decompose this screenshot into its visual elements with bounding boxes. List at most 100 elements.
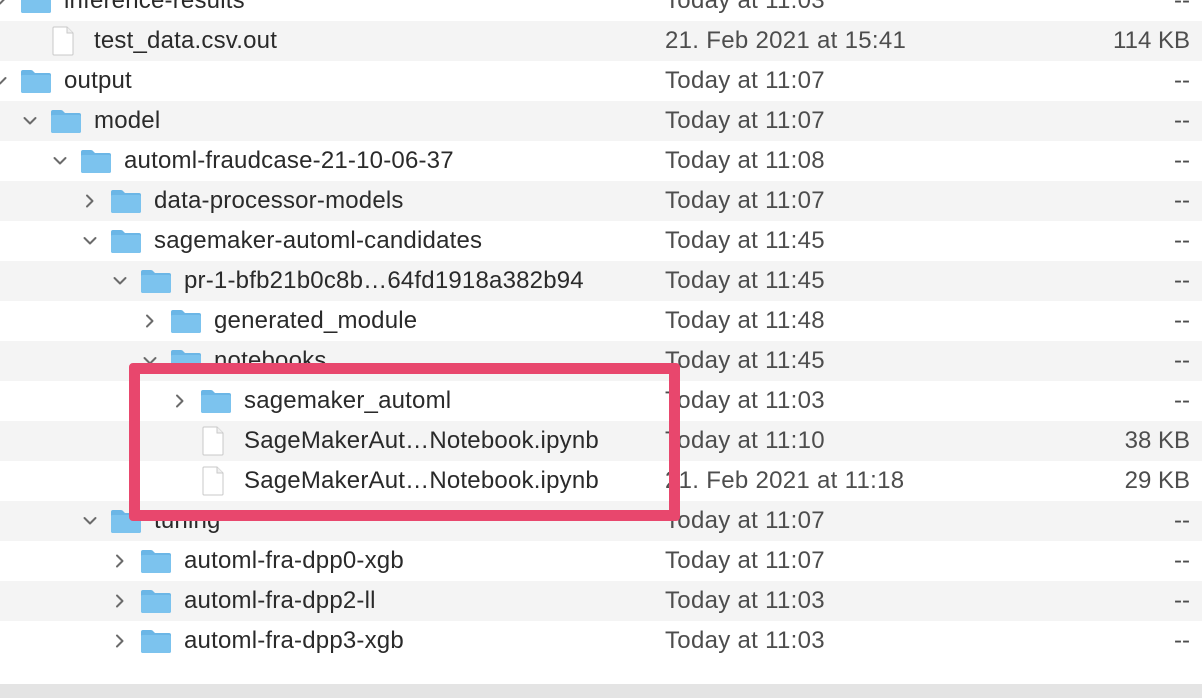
chevron-down-icon[interactable] [112, 273, 128, 289]
folder-icon [50, 107, 82, 135]
name-cell: output [0, 61, 132, 101]
name-cell: SageMakerAut…Notebook.ipynb [172, 461, 599, 501]
item-name: data-processor-models [154, 187, 404, 214]
chevron-right-icon[interactable] [112, 553, 128, 569]
file-row[interactable]: SageMakerAut…Notebook.ipynb 21. Feb 2021 … [0, 461, 1202, 501]
file-icon [200, 466, 232, 496]
file-icon [200, 426, 232, 456]
date-modified: 21. Feb 2021 at 11:18 [665, 467, 905, 494]
chevron-down-icon[interactable] [82, 513, 98, 529]
file-size: -- [1174, 0, 1190, 14]
chevron-right-icon[interactable] [172, 393, 188, 409]
folder-icon [200, 387, 232, 415]
folder-icon [140, 267, 172, 295]
name-cell: SageMakerAut…Notebook.ipynb [172, 421, 599, 461]
folder-row[interactable]: data-processor-models Today at 11:07 -- [0, 181, 1202, 221]
folder-row[interactable]: sagemaker-automl-candidates Today at 11:4… [0, 221, 1202, 261]
item-name: sagemaker-automl-candidates [154, 227, 483, 254]
chevron-down-icon[interactable] [142, 353, 158, 369]
folder-row[interactable]: output Today at 11:07 -- [0, 61, 1202, 101]
name-cell: automl-fra-dpp2-ll [112, 581, 376, 621]
item-name: generated_module [214, 307, 418, 334]
name-cell: automl-fra-dpp3-xgb [112, 621, 404, 661]
folder-row[interactable]: inference-results Today at 11:03 -- [0, 0, 1202, 21]
chevron-right-icon[interactable] [112, 633, 128, 649]
date-modified: Today at 11:03 [665, 0, 825, 14]
file-size: -- [1174, 107, 1190, 134]
folder-row[interactable]: sagemaker_automl Today at 11:03 -- [0, 381, 1202, 421]
folder-icon [20, 0, 52, 15]
item-name: model [94, 107, 161, 134]
date-modified: Today at 11:03 [665, 387, 825, 414]
chevron-down-icon[interactable] [22, 113, 38, 129]
folder-row[interactable]: pr-1-bfb21b0c8b…64fd1918a382b94 Today at … [0, 261, 1202, 301]
partial-next-row [0, 684, 1202, 698]
date-modified: Today at 11:45 [665, 227, 825, 254]
file-size: 114 KB [1113, 27, 1190, 54]
file-size: 38 KB [1124, 427, 1190, 454]
name-cell: data-processor-models [82, 181, 404, 221]
finder-list-view: inference-results Today at 11:03 -- test_da… [0, 0, 1202, 698]
name-cell: model [22, 101, 160, 141]
file-row[interactable]: SageMakerAut…Notebook.ipynb Today at 11:1… [0, 421, 1202, 461]
folder-icon [80, 147, 112, 175]
name-cell: pr-1-bfb21b0c8b…64fd1918a382b94 [112, 261, 584, 301]
folder-row[interactable]: automl-fraudcase-21-10-06-37 Today at 11:… [0, 141, 1202, 181]
file-size: -- [1174, 227, 1190, 254]
chevron-right-icon[interactable] [82, 193, 98, 209]
item-name: test_data.csv.out [94, 27, 278, 54]
name-cell: tuning [82, 501, 221, 541]
folder-row[interactable]: notebooks Today at 11:45 -- [0, 341, 1202, 381]
chevron-right-icon[interactable] [142, 313, 158, 329]
folder-icon [170, 307, 202, 335]
name-cell: automl-fraudcase-21-10-06-37 [52, 141, 454, 181]
item-name: pr-1-bfb21b0c8b…64fd1918a382b94 [184, 267, 584, 294]
file-size: -- [1174, 67, 1190, 94]
name-cell: inference-results [0, 0, 245, 21]
chevron-down-icon[interactable] [0, 73, 8, 89]
folder-row[interactable]: automl-fra-dpp0-xgb Today at 11:07 -- [0, 541, 1202, 581]
folder-icon [140, 627, 172, 655]
item-name: automl-fra-dpp3-xgb [184, 627, 404, 654]
date-modified: Today at 11:03 [665, 627, 825, 654]
item-name: automl-fraudcase-21-10-06-37 [124, 147, 454, 174]
folder-icon [110, 507, 142, 535]
chevron-down-icon[interactable] [0, 0, 8, 9]
folder-row[interactable]: tuning Today at 11:07 -- [0, 501, 1202, 541]
chevron-down-icon[interactable] [82, 233, 98, 249]
date-modified: Today at 11:07 [665, 67, 825, 94]
file-icon [50, 26, 82, 56]
file-size: -- [1174, 547, 1190, 574]
item-name: sagemaker_automl [244, 387, 452, 414]
folder-icon [170, 347, 202, 375]
file-size: 29 KB [1124, 467, 1190, 494]
folder-row[interactable]: model Today at 11:07 -- [0, 101, 1202, 141]
item-name: notebooks [214, 347, 327, 374]
file-size: -- [1174, 267, 1190, 294]
file-size: -- [1174, 627, 1190, 654]
date-modified: 21. Feb 2021 at 15:41 [665, 27, 907, 54]
item-name: inference-results [64, 0, 245, 14]
item-name: automl-fra-dpp2-ll [184, 587, 376, 614]
file-size: -- [1174, 587, 1190, 614]
date-modified: Today at 11:45 [665, 267, 825, 294]
file-row[interactable]: test_data.csv.out 21. Feb 2021 at 15:41 11… [0, 21, 1202, 61]
item-name: automl-fra-dpp0-xgb [184, 547, 404, 574]
chevron-right-icon[interactable] [112, 593, 128, 609]
folder-row[interactable]: generated_module Today at 11:48 -- [0, 301, 1202, 341]
folder-icon [140, 547, 172, 575]
name-cell: generated_module [142, 301, 417, 341]
name-cell: sagemaker-automl-candidates [82, 221, 482, 261]
item-name: tuning [154, 507, 221, 534]
date-modified: Today at 11:07 [665, 187, 825, 214]
date-modified: Today at 11:08 [665, 147, 825, 174]
folder-row[interactable]: automl-fra-dpp3-xgb Today at 11:03 -- [0, 621, 1202, 661]
date-modified: Today at 11:07 [665, 547, 825, 574]
name-cell: sagemaker_automl [172, 381, 451, 421]
file-size: -- [1174, 347, 1190, 374]
date-modified: Today at 11:10 [665, 427, 825, 454]
chevron-down-icon[interactable] [52, 153, 68, 169]
file-size: -- [1174, 187, 1190, 214]
folder-row[interactable]: automl-fra-dpp2-ll Today at 11:03 -- [0, 581, 1202, 621]
folder-icon [110, 227, 142, 255]
